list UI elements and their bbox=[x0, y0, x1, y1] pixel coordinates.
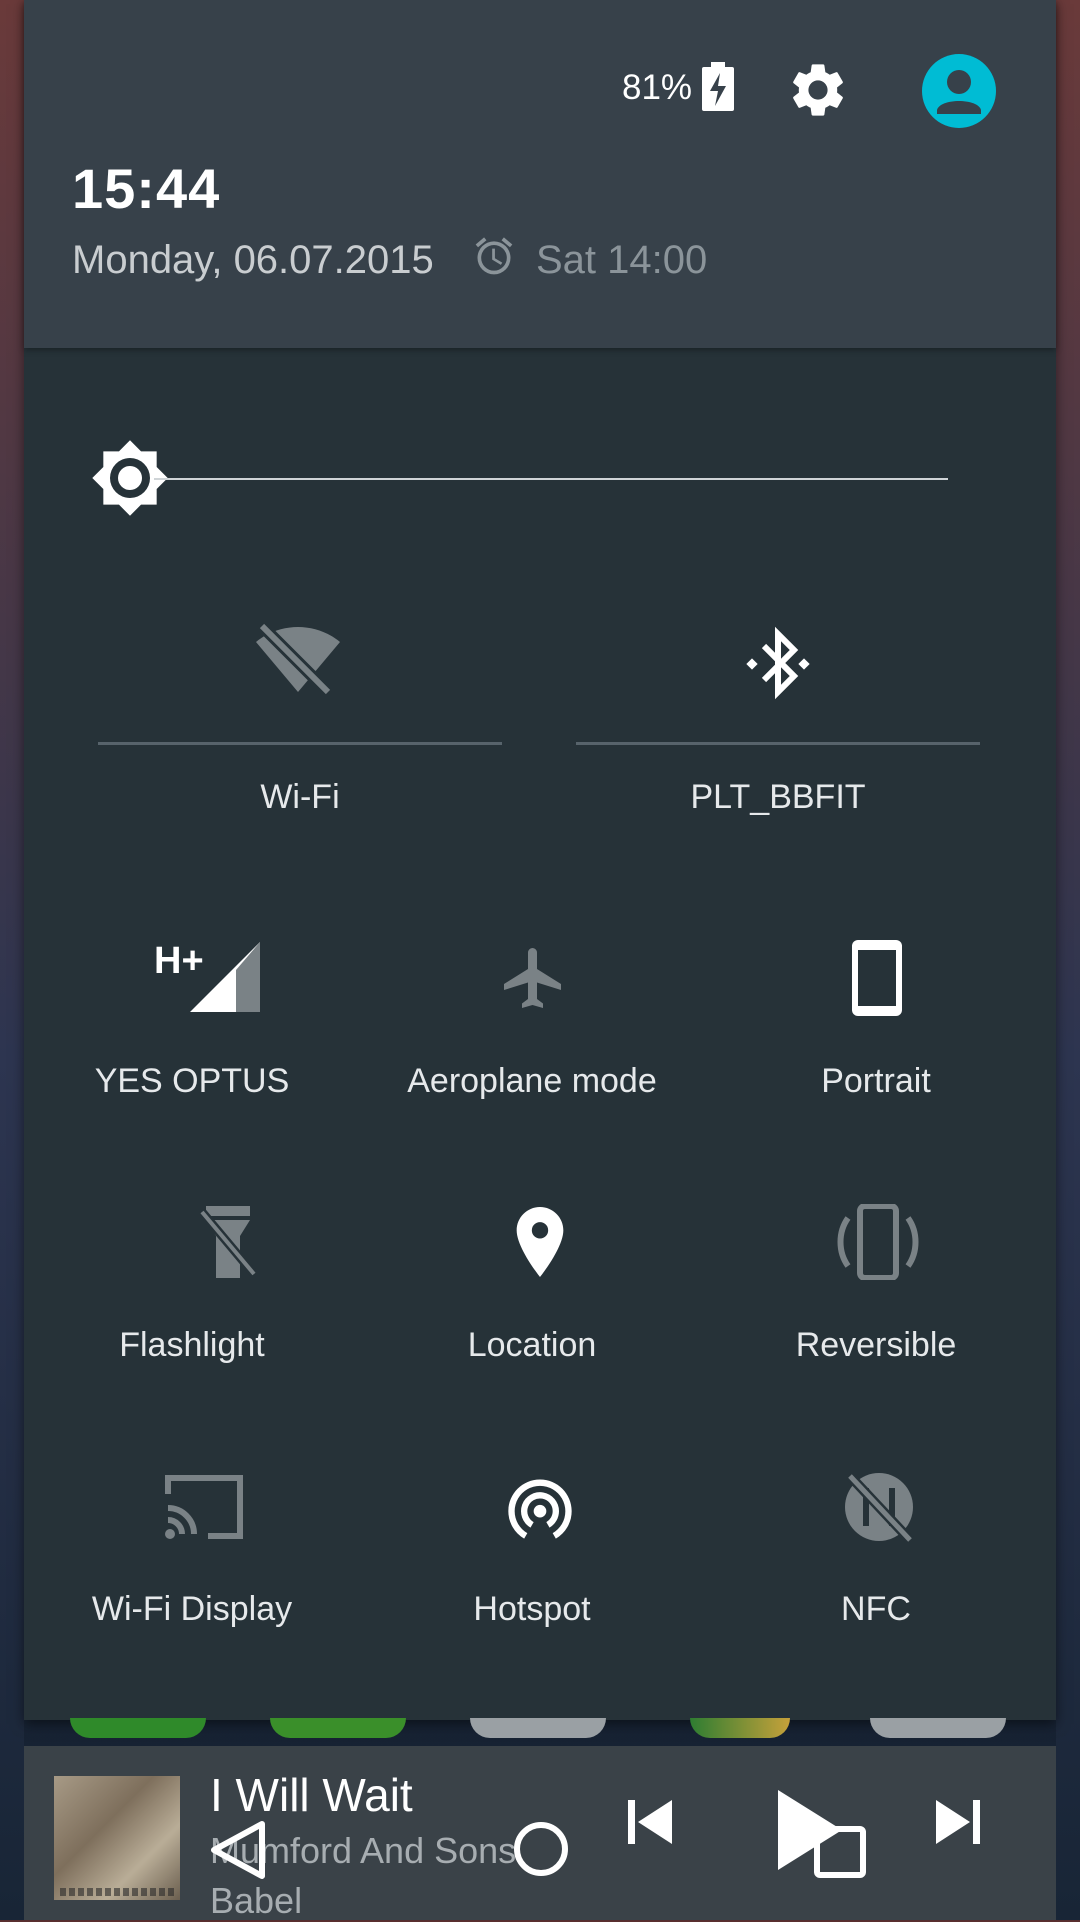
nav-back-icon[interactable] bbox=[206, 1818, 268, 1882]
album-art bbox=[54, 1776, 180, 1900]
reversible-rotation-icon[interactable] bbox=[834, 1204, 922, 1280]
bluetooth-connected-icon[interactable] bbox=[742, 624, 814, 704]
flashlight-off-icon[interactable] bbox=[198, 1204, 258, 1280]
hotspot-icon[interactable] bbox=[502, 1470, 578, 1546]
next-alarm-text[interactable]: Sat 14:00 bbox=[536, 238, 707, 283]
portrait-phone-icon[interactable] bbox=[850, 938, 904, 1018]
next-track-icon[interactable] bbox=[932, 1796, 984, 1848]
cell-signal-icon[interactable] bbox=[166, 940, 262, 1014]
aeroplane-mode-label[interactable]: Aeroplane mode bbox=[364, 1062, 700, 1101]
nav-recents-icon[interactable] bbox=[812, 1824, 868, 1880]
dock-icon-peek bbox=[70, 1718, 206, 1738]
nav-home-icon[interactable] bbox=[512, 1820, 570, 1878]
wifi-label[interactable]: Wi-Fi bbox=[98, 778, 502, 817]
dock-icon-peek bbox=[690, 1718, 790, 1738]
quick-settings-header: 81% 15:44 Monday, 06.07.2015 Sat 14:00 bbox=[24, 0, 1056, 348]
nfc-label[interactable]: NFC bbox=[708, 1590, 1044, 1629]
settings-gear-icon[interactable] bbox=[786, 58, 850, 122]
alarm-clock-icon bbox=[475, 237, 513, 275]
mobile-data-label[interactable]: YES OPTUS bbox=[24, 1062, 360, 1101]
song-album: Babel bbox=[210, 1880, 303, 1921]
wifi-display-label[interactable]: Wi-Fi Display bbox=[24, 1590, 360, 1629]
previous-track-icon[interactable] bbox=[624, 1796, 676, 1848]
location-pin-icon[interactable] bbox=[512, 1204, 568, 1280]
battery-percentage: 81% bbox=[622, 68, 693, 107]
wifi-off-icon[interactable] bbox=[250, 620, 346, 700]
wifi-tile-divider bbox=[98, 742, 502, 745]
reversible-label[interactable]: Reversible bbox=[708, 1326, 1044, 1365]
cast-screen-icon[interactable] bbox=[164, 1472, 244, 1540]
dock-icon-peek bbox=[470, 1718, 606, 1738]
bluetooth-label[interactable]: PLT_BBFIT bbox=[576, 778, 980, 817]
bluetooth-tile-divider bbox=[576, 742, 980, 745]
clock-time[interactable]: 15:44 bbox=[72, 156, 220, 221]
battery-charging-icon bbox=[702, 62, 734, 111]
wallpaper-edge-right bbox=[1056, 0, 1080, 1920]
dock-icon-peek bbox=[870, 1718, 1006, 1738]
location-label[interactable]: Location bbox=[364, 1326, 700, 1365]
user-account-icon[interactable] bbox=[922, 54, 996, 128]
quick-settings-panel: 81% 15:44 Monday, 06.07.2015 Sat 14:00 W… bbox=[24, 0, 1056, 1720]
hotspot-label[interactable]: Hotspot bbox=[364, 1590, 700, 1629]
flashlight-label[interactable]: Flashlight bbox=[24, 1326, 360, 1365]
nfc-off-icon[interactable] bbox=[842, 1470, 916, 1544]
brightness-slider[interactable] bbox=[154, 478, 948, 480]
rotation-label[interactable]: Portrait bbox=[708, 1062, 1044, 1101]
date-text[interactable]: Monday, 06.07.2015 bbox=[72, 238, 434, 283]
wallpaper-edge-left bbox=[0, 0, 24, 1920]
song-title: I Will Wait bbox=[210, 1769, 413, 1821]
dock-icon-peek bbox=[270, 1718, 406, 1738]
aeroplane-icon[interactable] bbox=[498, 942, 570, 1014]
